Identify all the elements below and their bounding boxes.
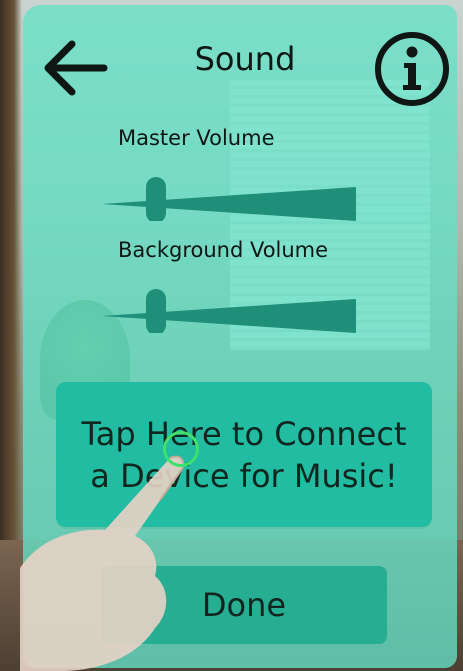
slider-thumb[interactable]: [146, 289, 166, 333]
background-volume-label: Background Volume: [118, 238, 329, 262]
connect-device-button[interactable]: Tap Here to Connect a Device for Music!: [56, 382, 432, 527]
slider-thumb[interactable]: [146, 177, 166, 221]
background-volume-slider[interactable]: [100, 289, 360, 333]
done-label: Done: [201, 586, 287, 624]
page-title: Sound: [194, 40, 296, 78]
master-volume-slider[interactable]: [100, 177, 360, 221]
info-button[interactable]: [373, 30, 451, 108]
slider-track: [102, 187, 356, 221]
back-button[interactable]: [44, 36, 108, 100]
slider-track: [102, 299, 356, 333]
info-icon: [375, 32, 449, 106]
master-volume-label: Master Volume: [118, 126, 275, 150]
connect-device-label: Tap Here to Connect a Device for Music!: [81, 414, 407, 495]
done-button[interactable]: Done: [101, 566, 387, 644]
back-arrow-icon: [44, 40, 108, 96]
tap-indicator: [163, 431, 199, 467]
